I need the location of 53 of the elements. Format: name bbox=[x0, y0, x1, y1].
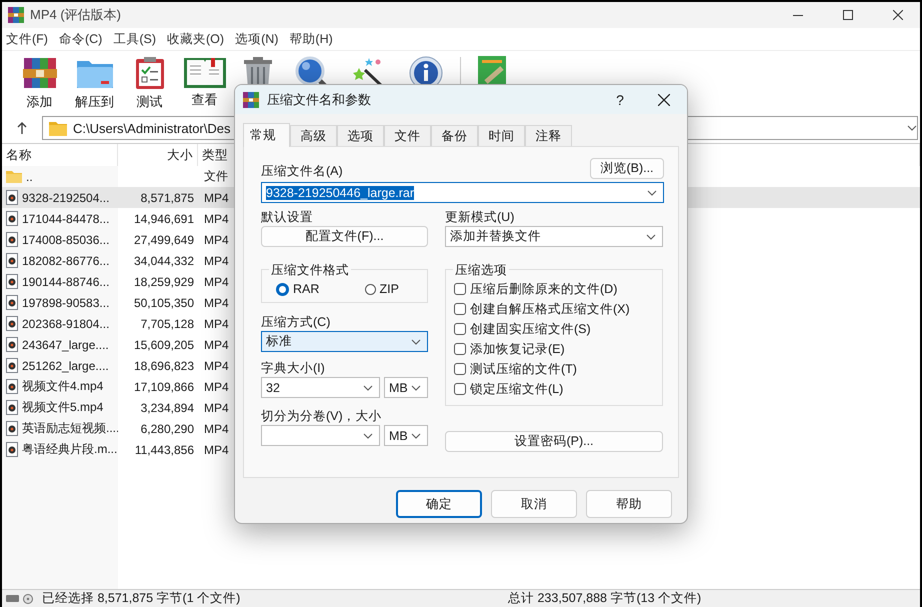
file-type: MP4 bbox=[204, 254, 229, 268]
file-name: 182082-86776... bbox=[22, 254, 110, 268]
file-name: .. bbox=[26, 170, 33, 184]
file-type: 文件 bbox=[204, 169, 228, 183]
file-size: 14,946,691 bbox=[134, 212, 194, 226]
file-size: 34,044,332 bbox=[134, 254, 194, 268]
file-type: MP4 bbox=[204, 190, 229, 204]
file-size: 18,696,823 bbox=[134, 358, 194, 372]
file-name: 粤语经典片段.m... bbox=[22, 441, 118, 458]
file-type: MP4 bbox=[204, 442, 229, 456]
file-name: 251262_large.... bbox=[22, 358, 109, 372]
split-label: 切分为分卷(V)，大小 bbox=[261, 408, 383, 424]
file-size: 3,234,894 bbox=[140, 400, 194, 414]
file-name: 9328-2192504... bbox=[22, 190, 110, 204]
file-name: 190144-88746... bbox=[22, 274, 110, 288]
file-name: 202368-91804... bbox=[22, 316, 110, 330]
window-title: MP4 (评估版本) bbox=[30, 6, 122, 24]
archive-name-label: 压缩文件名(A) bbox=[261, 163, 343, 179]
file-type: MP4 bbox=[204, 358, 229, 372]
file-size: 50,105,350 bbox=[134, 296, 194, 310]
file-type: MP4 bbox=[204, 212, 229, 226]
file-size: 7,705,128 bbox=[140, 316, 194, 330]
file-type: MP4 bbox=[204, 296, 229, 310]
file-size: 11,443,856 bbox=[134, 442, 194, 456]
update-mode-label: 更新模式(U) bbox=[445, 209, 516, 225]
file-name: 171044-84478... bbox=[22, 212, 110, 226]
options-label: 压缩选项 bbox=[453, 262, 509, 278]
file-name: 197898-90583... bbox=[22, 296, 110, 310]
dictionary-label: 字典大小(I) bbox=[261, 360, 326, 376]
file-name: 视频文件4.mp4 bbox=[22, 378, 104, 395]
file-size: 27,499,649 bbox=[134, 232, 194, 246]
file-size: 17,109,866 bbox=[134, 380, 194, 394]
file-type: MP4 bbox=[204, 422, 229, 436]
file-type: MP4 bbox=[204, 380, 229, 394]
file-size: 18,259,929 bbox=[134, 274, 194, 288]
selection-status: 已经选择 8,571,875 字节(1 个文件) bbox=[42, 590, 242, 607]
file-size: 6,280,290 bbox=[140, 422, 194, 436]
file-name: 174008-85036... bbox=[22, 232, 110, 246]
method-label: 压缩方式(C) bbox=[261, 314, 332, 330]
file-size: 15,609,205 bbox=[134, 338, 194, 352]
profiles-label: 默认设置 bbox=[261, 209, 314, 225]
file-name: 243647_large.... bbox=[22, 338, 109, 352]
file-type: MP4 bbox=[204, 316, 229, 330]
file-name: 视频文件5.mp4 bbox=[22, 399, 104, 416]
file-type: MP4 bbox=[204, 400, 229, 414]
total-status: 总计 233,507,888 字节(13 个文件) bbox=[508, 590, 702, 607]
format-label: 压缩文件格式 bbox=[269, 262, 351, 278]
file-size: 8,571,875 bbox=[140, 190, 194, 204]
file-type: MP4 bbox=[204, 338, 229, 352]
file-type: MP4 bbox=[204, 274, 229, 288]
file-type: MP4 bbox=[204, 232, 229, 246]
dialog-title: 压缩文件名和参数 bbox=[267, 90, 372, 108]
file-name: 英语励志短视频.... bbox=[22, 420, 118, 437]
